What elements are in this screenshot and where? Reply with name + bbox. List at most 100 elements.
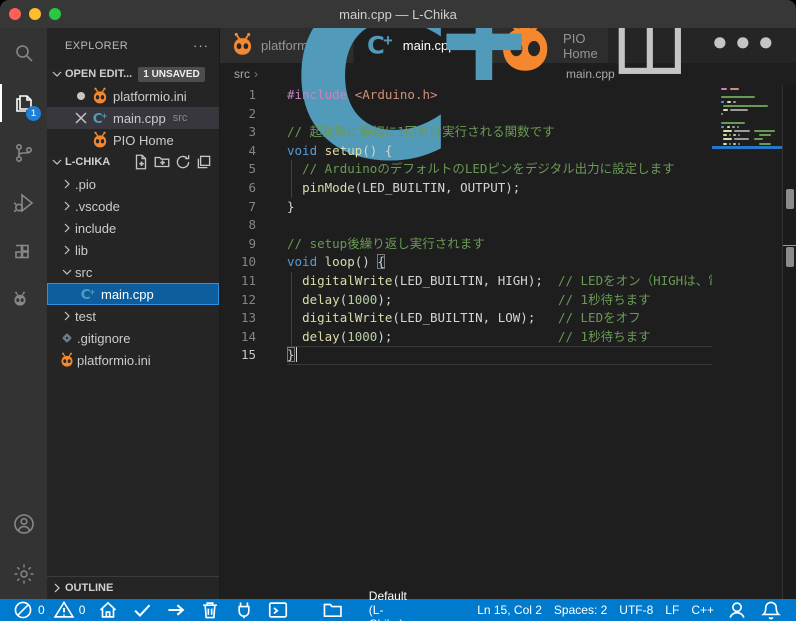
breadcrumb-folder[interactable]: src: [234, 67, 250, 81]
platformio-file-icon: [91, 87, 109, 105]
collapse-all-icon[interactable]: [195, 153, 213, 171]
code-line[interactable]: // ArduinoのデフォルトのLEDピンをデジタル出力に設定します: [287, 160, 712, 179]
code-line[interactable]: // setup後繰り返し実行されます: [287, 235, 712, 254]
platformio-icon[interactable]: [0, 278, 47, 328]
platformio-file-icon: [91, 131, 109, 149]
settings-gear-icon[interactable]: [0, 549, 47, 599]
code-line[interactable]: [287, 216, 712, 235]
zoom-window-button[interactable]: [49, 8, 61, 20]
tree-item-pio[interactable]: .pio: [47, 173, 219, 195]
chevron-down-icon: [59, 264, 75, 280]
open-editor-main-cpp[interactable]: C+ main.cpp src: [47, 107, 219, 129]
explorer-badge: 1: [26, 106, 41, 121]
line-number: 4: [220, 142, 256, 161]
code-editor[interactable]: 123456789101112131415 #include <Arduino.…: [220, 85, 712, 599]
check-icon: [131, 599, 153, 621]
pio-upload-button[interactable]: [159, 599, 193, 621]
tree-item-label: platformio.ini: [77, 353, 151, 368]
indentation-setting[interactable]: Spaces: 2: [548, 599, 613, 621]
sidebar-more-actions-icon[interactable]: ···: [193, 38, 209, 53]
account-icon[interactable]: [0, 499, 47, 549]
sidebar-title: EXPLORER: [65, 40, 128, 52]
error-icon: [12, 599, 34, 621]
tree-item-vscode[interactable]: .vscode: [47, 195, 219, 217]
chevron-right-icon: ›: [254, 67, 258, 81]
scrollbar-thumb[interactable]: [786, 247, 794, 267]
overview-ruler-scrollbar[interactable]: [782, 85, 796, 599]
code-line[interactable]: digitalWrite(LED_BUILTIN, HIGH); // LEDを…: [287, 272, 712, 291]
open-editor-pio-home[interactable]: PIO Home: [47, 129, 219, 151]
line-number: 7: [220, 198, 256, 217]
notifications-button[interactable]: [754, 599, 788, 621]
scrollbar-thumb[interactable]: [786, 189, 794, 209]
feedback-button[interactable]: [720, 599, 754, 621]
gear-icon-glyph: [12, 562, 36, 586]
code-line[interactable]: delay(1000); // 1秒待ちます: [287, 291, 712, 310]
tree-item-test[interactable]: test: [47, 305, 219, 327]
svg-text:+: +: [102, 111, 107, 121]
pio-build-button[interactable]: [125, 599, 159, 621]
new-file-icon[interactable]: [132, 153, 150, 171]
overview-mark: [783, 245, 796, 246]
chevron-right-icon: [49, 580, 65, 596]
tree-item-src[interactable]: src: [47, 261, 219, 283]
explorer-icon[interactable]: 1: [0, 78, 47, 128]
encoding-setting[interactable]: UTF-8: [613, 599, 659, 621]
pio-home-button[interactable]: [91, 599, 125, 621]
minimap[interactable]: [712, 85, 782, 599]
pio-clean-button[interactable]: [193, 599, 227, 621]
tab-label: PIO Home: [563, 31, 598, 61]
trash-icon: [199, 599, 221, 621]
open-editor-platformio-ini[interactable]: platformio.ini: [47, 85, 219, 107]
extensions-icon[interactable]: [0, 228, 47, 278]
open-editors-header[interactable]: OPEN EDIT... 1 UNSAVED: [47, 63, 219, 85]
problems-indicator[interactable]: 0 0: [6, 599, 91, 621]
code-line[interactable]: }: [287, 198, 712, 217]
modified-dot-icon[interactable]: [71, 92, 91, 100]
minimap-current-line: [712, 146, 782, 149]
eol-setting[interactable]: LF: [659, 599, 685, 621]
tree-item-main-cpp[interactable]: C+ main.cpp: [47, 283, 219, 305]
close-icon[interactable]: [71, 108, 91, 128]
source-control-icon[interactable]: [0, 128, 47, 178]
code-line[interactable]: }: [287, 346, 712, 365]
cursor-position[interactable]: Ln 15, Col 2: [471, 599, 548, 621]
code-line[interactable]: delay(1000); // 1秒待ちます: [287, 328, 712, 347]
tree-item-label: main.cpp: [101, 287, 154, 302]
tree-item-lib[interactable]: lib: [47, 239, 219, 261]
close-window-button[interactable]: [9, 8, 21, 20]
line-number: 9: [220, 235, 256, 254]
tree-item-gitignore[interactable]: .gitignore: [47, 327, 219, 349]
pio-env-switcher[interactable]: Default (L-Chika): [295, 599, 424, 621]
code-line[interactable]: void loop() {: [287, 253, 712, 272]
line-number: 13: [220, 309, 256, 328]
tree-item-platformio-ini[interactable]: platformio.ini: [47, 349, 219, 371]
tree-item-label: lib: [75, 243, 88, 258]
pio-serial-monitor-button[interactable]: [227, 599, 261, 621]
line-number: 15: [220, 346, 256, 365]
code-line[interactable]: [287, 105, 712, 124]
search-icon[interactable]: [0, 28, 47, 78]
breadcrumb-file[interactable]: main.cpp: [566, 67, 615, 81]
code-line[interactable]: void setup() {: [287, 142, 712, 161]
code-lines[interactable]: #include <Arduino.h> // 起動時に最初に1回だけ実行される関…: [256, 86, 712, 599]
code-line[interactable]: // 起動時に最初に1回だけ実行される関数です: [287, 123, 712, 142]
project-section-header[interactable]: L-CHIKA: [47, 151, 219, 173]
refresh-icon[interactable]: [174, 153, 192, 171]
title-bar[interactable]: main.cpp — L-Chika: [0, 0, 796, 28]
tree-item-include[interactable]: include: [47, 217, 219, 239]
code-line[interactable]: #include <Arduino.h>: [287, 86, 712, 105]
language-mode[interactable]: C++: [685, 599, 720, 621]
new-folder-icon[interactable]: [153, 153, 171, 171]
account-icon-glyph: [12, 512, 36, 536]
code-line[interactable]: pinMode(LED_BUILTIN, OUTPUT);: [287, 179, 712, 198]
code-line[interactable]: digitalWrite(LED_BUILTIN, LOW); // LEDをオ…: [287, 309, 712, 328]
pio-terminal-button[interactable]: [261, 599, 295, 621]
breadcrumb: src › C+ main.cpp: [220, 63, 796, 85]
outline-section-header[interactable]: OUTLINE: [47, 576, 219, 599]
explorer-sidebar: EXPLORER ··· OPEN EDIT... 1 UNSAVED plat…: [47, 28, 220, 599]
indent-guide: [291, 328, 292, 347]
minimize-window-button[interactable]: [29, 8, 41, 20]
indent-guide: [291, 291, 292, 310]
run-debug-icon[interactable]: [0, 178, 47, 228]
